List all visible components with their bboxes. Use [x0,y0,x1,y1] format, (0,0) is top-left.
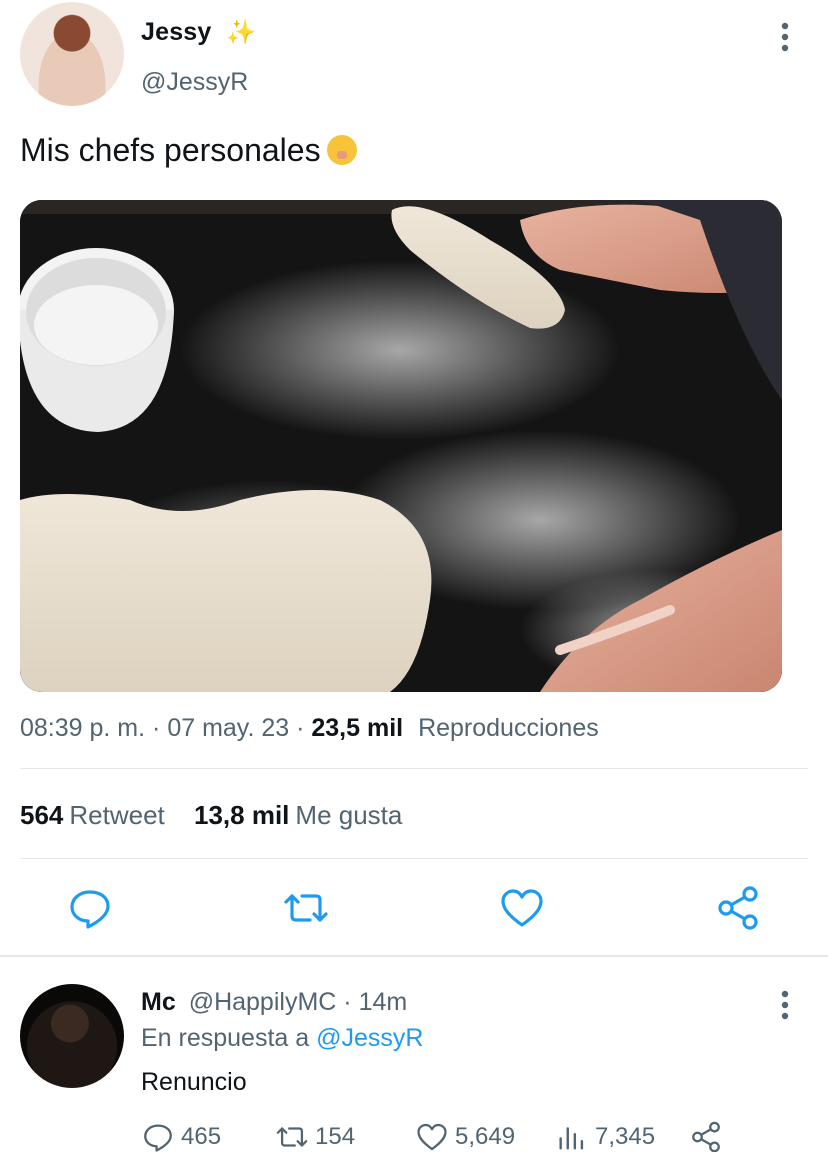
reply-author-handle[interactable]: @HappilyMC [189,988,337,1016]
in-reply-handle-link[interactable]: @JessyR [316,1024,423,1052]
reply-likes-count: 5,649 [455,1123,516,1150]
reply-retweet-button[interactable]: 154 [275,1120,355,1152]
section-separator [0,955,828,957]
share-icon [692,1121,720,1152]
meta-separator: · [152,714,161,742]
reply-author-avatar[interactable] [20,984,124,1088]
dough-photo-illustration [20,200,782,692]
divider [20,768,808,769]
reply-views-count: 7,345 [595,1123,656,1150]
heart-icon [417,1123,447,1151]
retweet-icon [276,1127,308,1147]
meta-separator: · [296,714,305,742]
more-options-icon[interactable] [770,20,800,54]
tweet-text: Mis chefs personales [20,132,357,169]
views-label[interactable]: Reproducciones [418,714,599,742]
reply-like-button[interactable]: 5,649 [415,1120,515,1152]
reply-more-options-icon[interactable] [770,988,800,1022]
tweet-photo[interactable] [20,200,782,692]
yawning-face-emoji [326,135,357,165]
divider [20,858,808,859]
tweet-meta: 08:39 p. m. · 07 may. 23 · 23,5 mil Repr… [20,714,599,743]
reply-reply-button[interactable]: 465 [141,1120,221,1152]
in-reply-to: En respuesta a @JessyR [141,1024,423,1053]
reply-icon [144,1124,172,1152]
likes-count[interactable]: 13,8 mil [194,800,289,830]
in-reply-prefix: En respuesta a [141,1024,310,1052]
share-icon[interactable] [714,884,762,932]
reply-replies-count: 465 [181,1123,222,1150]
engagement-stats: 564 Retweet 13,8 mil Me gusta [20,800,424,831]
author-avatar[interactable] [20,2,124,106]
tweet-time: 08:39 p. m. [20,714,146,742]
reply-text: Renuncio [141,1068,247,1096]
tweet-date: 07 may. 23 [167,714,290,742]
author-handle[interactable]: @JessyR [141,68,248,97]
likes-label[interactable]: Me gusta [295,800,402,830]
retweets-label[interactable]: Retweet [69,800,164,830]
reply-retweets-count: 154 [315,1123,356,1150]
views-count[interactable]: 23,5 mil [311,714,403,742]
analytics-icon [559,1127,584,1150]
retweet-icon[interactable] [282,884,330,932]
sparkles-emoji: ✨ [226,19,256,46]
reply-separator: · [343,988,352,1016]
reply-author-name[interactable]: Mc [141,988,176,1016]
reply-time[interactable]: 14m [359,988,408,1016]
reply-action-bar: 465 154 5,649 7,345 [141,1120,741,1152]
reply-share-button[interactable] [689,1120,723,1152]
heart-icon[interactable] [498,884,546,932]
reply-views-button[interactable]: 7,345 [555,1120,655,1152]
reply-header: Mc @HappilyMC · 14m [141,988,407,1017]
reply-icon[interactable] [66,884,114,932]
author-display-name[interactable]: Jessy [141,18,212,47]
tweet-body: Mis chefs personales [20,132,321,168]
retweets-count[interactable]: 564 [20,800,63,830]
